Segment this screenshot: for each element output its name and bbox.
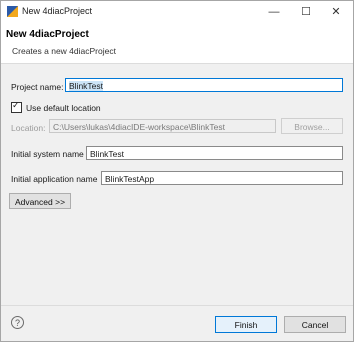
maximize-icon[interactable]: ☐ [291, 1, 321, 23]
location-label: Location: [11, 123, 46, 133]
dialog-window: New 4diacProject — ☐ ✕ New 4diacProject … [0, 0, 354, 342]
advanced-button[interactable]: Advanced >> [9, 193, 71, 209]
finish-button[interactable]: Finish [215, 316, 277, 333]
system-name-label: Initial system name [11, 149, 84, 159]
window-title: New 4diacProject [22, 6, 93, 16]
project-name-input[interactable]: BlinkTest [65, 78, 343, 92]
system-name-input[interactable]: BlinkTest [86, 146, 343, 160]
page-title: New 4diacProject [6, 29, 89, 40]
location-input[interactable]: C:\Users\lukas\4diacIDE-workspace\BlinkT… [49, 119, 276, 133]
close-icon[interactable]: ✕ [321, 1, 351, 23]
application-name-label: Initial application name [11, 174, 98, 184]
project-name-value: BlinkTest [69, 81, 104, 91]
use-default-location-checkbox[interactable] [11, 100, 22, 113]
help-icon[interactable]: ? [11, 316, 24, 329]
browse-button[interactable]: Browse... [281, 118, 343, 134]
page-description: Creates a new 4diacProject [12, 46, 116, 56]
wizard-header: New 4diacProject Creates a new 4diacProj… [1, 23, 353, 64]
app-icon [7, 6, 18, 17]
title-bar: New 4diacProject — ☐ ✕ [1, 1, 353, 23]
project-name-label: Project name: [11, 82, 64, 92]
application-name-input[interactable]: BlinkTestApp [101, 171, 343, 185]
footer-divider [1, 305, 353, 306]
cancel-button[interactable]: Cancel [284, 316, 346, 333]
use-default-location-label: Use default location [26, 103, 101, 113]
minimize-icon[interactable]: — [259, 1, 289, 23]
